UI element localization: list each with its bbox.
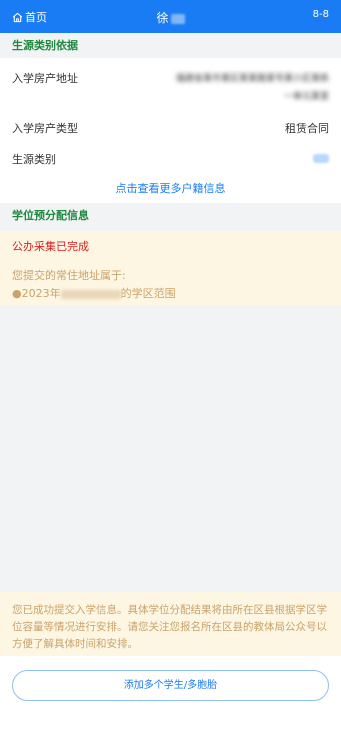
redacted-category	[313, 154, 329, 163]
redacted-district	[60, 289, 121, 299]
address-label: 入学房产地址	[12, 72, 78, 85]
property-type-value: 租赁合同	[285, 122, 329, 135]
district-suffix: 的学区范围	[120, 287, 176, 300]
school-district-text: ●2023年 的学区范围	[12, 285, 176, 301]
header-right-label: 8-8	[312, 9, 329, 20]
source-category-label: 生源类别	[12, 153, 56, 166]
source-category-row: 生源类别	[12, 151, 329, 167]
source-info-panel: 入学房产地址 福建省某市某区某某路某号某小区某栋 一单元某室 入学房产类型 租赁…	[0, 58, 341, 203]
bottom-action-area: 添加多个学生/多胞胎	[0, 656, 341, 741]
address-value: 福建省某市某区某某路某号某小区某栋 一单元某室	[104, 70, 329, 106]
allocation-notice: 公办采集已完成 您提交的常住地址属于: ●2023年 的学区范围	[0, 231, 341, 305]
property-type-label: 入学房产类型	[12, 122, 78, 135]
property-type-row: 入学房产类型 租赁合同	[12, 120, 329, 136]
submission-notice: 您已成功提交入学信息。具体学位分配结果将由所在区县根据学区学位容量等情况进行安排…	[0, 592, 341, 656]
add-multiple-students-button[interactable]: 添加多个学生/多胞胎	[12, 670, 329, 701]
section-title-seat-allocation: 学位预分配信息	[0, 203, 341, 228]
more-household-info-link[interactable]: 点击查看更多户籍信息	[0, 180, 341, 196]
collection-status: 公办采集已完成	[12, 240, 89, 253]
address-row: 入学房产地址 福建省某市某区某某路某号某小区某栋 一单元某室	[12, 70, 329, 110]
section-title-source-basis: 生源类别依据	[0, 33, 341, 58]
address-line-2: 一单元某室	[283, 92, 329, 102]
page-title: 徐	[0, 9, 341, 26]
title-text: 徐	[156, 11, 169, 25]
top-bar: 首页 徐 8-8	[0, 0, 341, 33]
address-line-1: 福建省某市某区某某路某号某小区某栋	[175, 74, 329, 84]
redacted-name	[170, 13, 185, 24]
source-category-value	[313, 153, 329, 166]
address-belongs-text: 您提交的常住地址属于:	[12, 269, 126, 282]
district-year: ●2023年	[12, 287, 61, 300]
